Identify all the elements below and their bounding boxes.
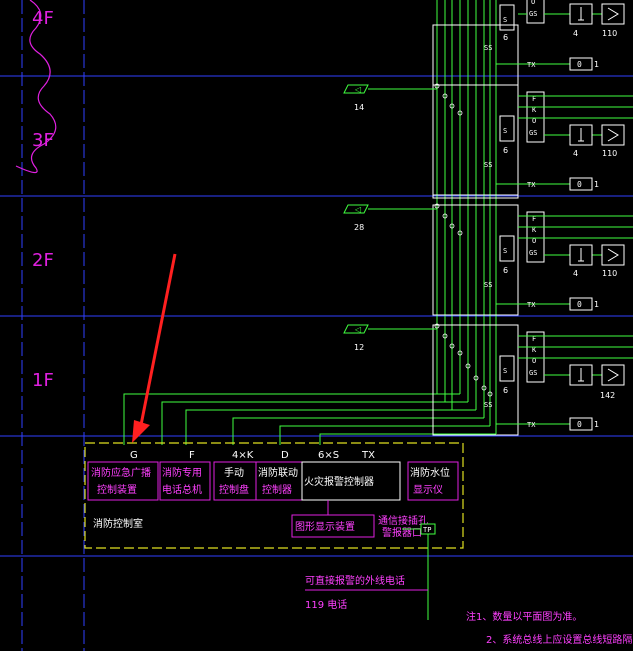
broadcast-controller-line1: 消防应急广播 (91, 466, 151, 479)
floor-unit-3f: F K O GS S 6 SS 4 110 TX 0 1 ◁ 14 (343, 84, 633, 196)
module-six-label: 6 (503, 33, 508, 42)
bus-label-d: D (281, 450, 289, 461)
module-six-label: 6 (503, 266, 508, 275)
graphic-display: 图形显示装置 (295, 520, 355, 533)
bus-label-4k: 4×K (232, 450, 254, 461)
module-six-label: 6 (503, 146, 508, 155)
floor-label-2f: 2F (32, 250, 54, 271)
speaker-count: 12 (354, 343, 364, 352)
floor-label-4f: 4F (32, 8, 54, 29)
note-line1: 注1、数量以平面图为准。 (466, 610, 582, 623)
bus-label-tx: TX (361, 450, 375, 461)
speaker-icon: ◁ (354, 205, 361, 214)
speaker-icon: ◁ (354, 85, 361, 94)
external-phone-line2: 119 电话 (305, 598, 347, 611)
tx-zero: 0 (577, 420, 582, 429)
tp-terminal: TP (423, 526, 431, 534)
count-four: 4 (573, 269, 578, 278)
junction-dots (434, 83, 493, 397)
floor-unit-2f: F K O GS S 6 SS 4 110 TX 0 1 ◁ 28 (343, 204, 633, 316)
last-count: 142 (600, 391, 615, 400)
module-six-label: 6 (503, 386, 508, 395)
ss-label: SS (484, 401, 492, 409)
linkage-controller-line1: 消防联动 (258, 466, 298, 479)
module-s-label: S (503, 127, 507, 135)
module-gs-label: GS (529, 249, 537, 257)
module-gs-label: GS (529, 369, 537, 377)
manual-panel-line1: 手动 (224, 466, 244, 479)
manual-panel-line2: 控制盘 (219, 483, 249, 496)
tx-label: TX (527, 61, 536, 69)
tx-one: 1 (594, 180, 599, 189)
last-count: 110 (602, 269, 617, 278)
floor-unit-4f: S 6 SS O GS 4 110 TX 0 1 (432, 0, 625, 199)
control-room-name: 消防控制室 (93, 517, 143, 530)
speaker-count: 14 (354, 103, 364, 112)
note-line2: 2、系统总线上应设置总线短路隔离器 (486, 633, 633, 646)
annotation-arrow-shaft (138, 253, 177, 431)
tx-zero: 0 (577, 180, 582, 189)
speaker-count: 28 (354, 223, 364, 232)
module-gs-label: GS (529, 129, 537, 137)
ss-label: SS (484, 281, 492, 289)
count-four: 4 (573, 29, 578, 38)
tx-label: TX (527, 181, 536, 189)
linkage-controller-line2: 控制器 (262, 483, 292, 496)
fire-alarm-controller: 火灾报警控制器 (304, 475, 374, 488)
ss-label: SS (484, 161, 492, 169)
tx-zero: 0 (577, 300, 582, 309)
bus-label-g: G (130, 450, 138, 461)
tank-level-line1: 消防水位 (410, 466, 450, 479)
floor-label-1f: 1F (32, 370, 54, 391)
module-s-label: S (503, 247, 507, 255)
phone-host-line2: 电话总机 (162, 483, 202, 496)
plug-line2: 警报器口 (382, 526, 422, 539)
phone-host-line1: 消防专用 (162, 466, 202, 479)
tx-label: TX (527, 301, 536, 309)
floor-label-3f: 3F (32, 130, 54, 151)
fire-alarm-system-diagram: 4F 3F 2F 1F S 6 SS O GS 4 110 TX 0 1 F K… (0, 0, 633, 651)
external-phone-line1: 可直接报警的外线电话 (305, 574, 405, 587)
module-s-label: S (503, 367, 507, 375)
ss-label: SS (484, 44, 492, 52)
last-count: 110 (602, 149, 617, 158)
last-count: 110 (602, 29, 617, 38)
broadcast-controller-line2: 控制装置 (97, 483, 137, 496)
speaker-icon: ◁ (354, 325, 361, 334)
count-four: 4 (573, 149, 578, 158)
bus-label-6s: 6×S (318, 450, 339, 461)
grid-vertical-lines (21, 0, 85, 651)
annotation-arrow-head (132, 420, 150, 443)
module-o-label: O (531, 0, 535, 6)
bus-label-f: F (189, 450, 195, 461)
tx-one: 1 (594, 420, 599, 429)
tank-level-line2: 显示仪 (413, 484, 443, 496)
module-gs-label: GS (529, 10, 537, 18)
tx-one: 1 (594, 60, 599, 69)
tx-one: 1 (594, 300, 599, 309)
tx-zero: 0 (577, 60, 582, 69)
module-s-label: S (503, 16, 507, 24)
tx-label: TX (527, 421, 536, 429)
riser-bus-lines (123, 0, 497, 445)
